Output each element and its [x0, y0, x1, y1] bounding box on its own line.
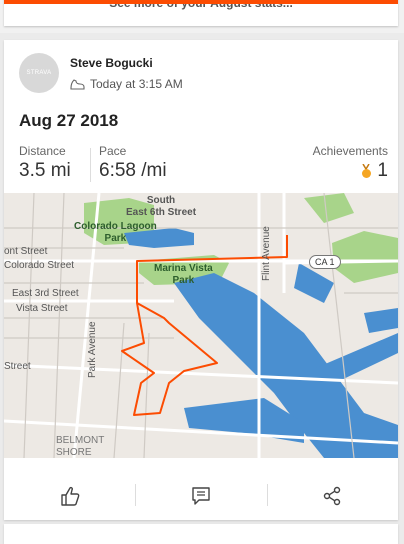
map-label-street: Street	[4, 361, 31, 372]
map-label-marina-vista: Marina Vista Park	[154, 263, 213, 286]
monthly-stats-card[interactable]: See more of your August stats...	[4, 0, 398, 26]
park-ne	[304, 193, 354, 223]
activity-title[interactable]: Aug 27 2018	[19, 111, 118, 131]
activity-card[interactable]: STRAVA Steve Bogucki Today at 3:15 AM Au…	[4, 40, 398, 520]
pace-value: 6:58 /mi	[99, 160, 167, 181]
avatar[interactable]: STRAVA	[19, 53, 59, 93]
athlete-name[interactable]: Steve Bogucki	[70, 56, 153, 70]
achievements-value-row: 1	[313, 160, 388, 182]
pace-stat: Pace 6:58 /mi	[99, 144, 167, 182]
achievements-label: Achievements	[312, 144, 388, 158]
previous-card-strip: See more of your August stats...	[0, 0, 404, 33]
water-east	[364, 308, 398, 333]
map-canvas	[4, 193, 398, 458]
achievements-count: 1	[377, 160, 388, 181]
timestamp-text: Today at 3:15 AM	[90, 77, 183, 91]
action-bar	[4, 472, 398, 520]
distance-stat: Distance 3.5 mi	[19, 144, 71, 182]
map-label-belmont-shore: BELMONT SHORE	[56, 435, 105, 458]
activity-timestamp: Today at 3:15 AM	[70, 77, 183, 91]
water-ne	[294, 263, 334, 303]
share-button[interactable]	[266, 472, 398, 520]
medal-icon	[362, 163, 372, 178]
distance-label: Distance	[19, 144, 66, 158]
map-label-colorado-lagoon: Colorado Lagoon Park	[74, 221, 157, 244]
distance-value: 3.5 mi	[19, 160, 71, 181]
kudos-button[interactable]	[4, 472, 135, 520]
map-label-flint-avenue: Flint Avenue	[261, 226, 272, 281]
accent-line	[4, 0, 398, 4]
achievements-stat[interactable]: Achievements 1	[313, 144, 388, 182]
thumbs-up-icon	[60, 486, 80, 506]
map-label-east-3rd-street: East 3rd Street	[12, 288, 79, 299]
avatar-text: STRAVA	[26, 70, 52, 76]
highway-ca1-badge: CA 1	[309, 255, 341, 269]
next-card-strip	[4, 524, 398, 544]
stat-divider	[90, 148, 91, 182]
shoe-icon	[70, 78, 85, 90]
comment-button[interactable]	[135, 472, 266, 520]
map-label-colorado-street: Colorado Street	[4, 260, 75, 271]
map-label-vista-street: Vista Street	[16, 303, 68, 314]
park-east	[332, 231, 398, 283]
pace-label: Pace	[99, 144, 127, 158]
share-icon	[324, 486, 341, 506]
map-label-park-avenue: Park Avenue	[87, 321, 98, 378]
map-label-south: South East 6th Street	[126, 195, 197, 218]
map-label-ont-street: ont Street	[4, 246, 48, 257]
comment-icon	[192, 487, 210, 505]
route-map[interactable]: South East 6th Street Colorado Lagoon Pa…	[4, 193, 398, 458]
